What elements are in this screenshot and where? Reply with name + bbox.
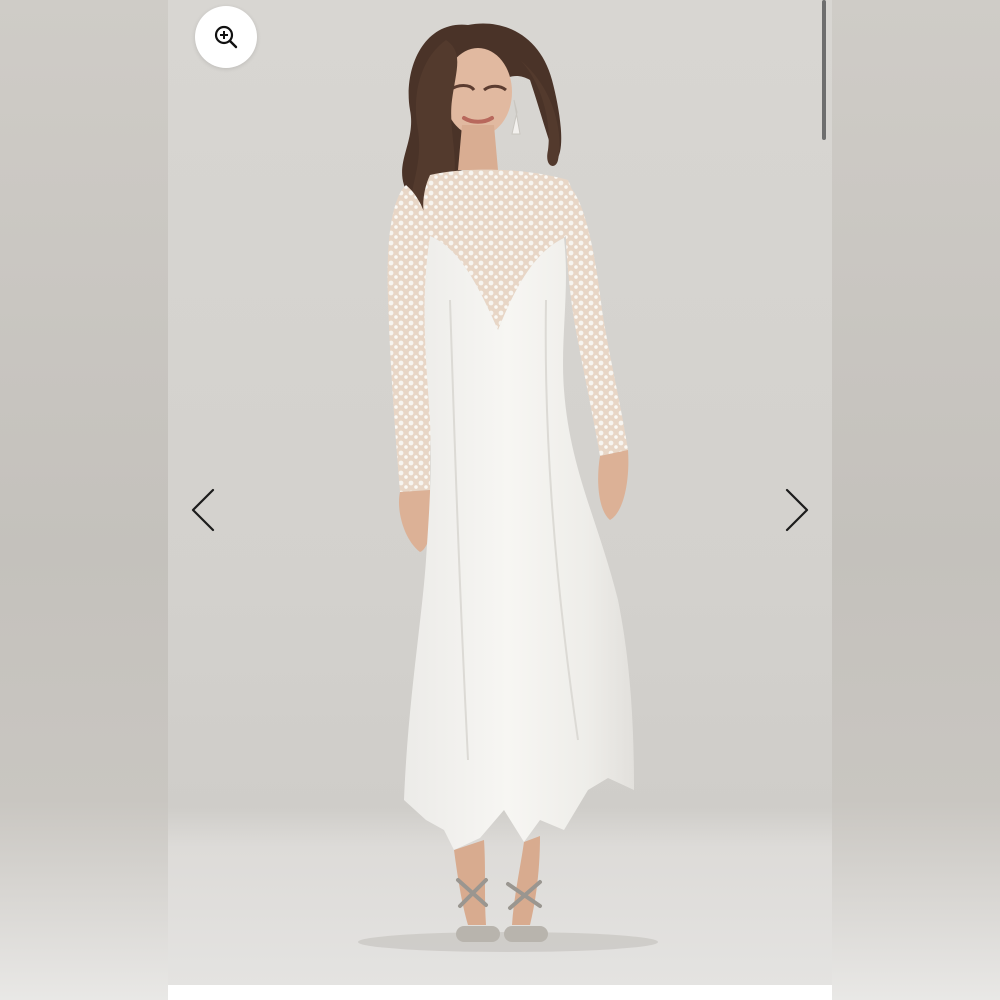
zoom-button[interactable]: zoom-in-icon: [195, 6, 257, 68]
neck: [458, 125, 498, 170]
previous-image-button[interactable]: chevron-left-icon: [189, 486, 217, 534]
gallery-bottom-strip: [168, 985, 832, 1000]
right-blurred-backdrop: [832, 0, 1000, 1000]
right-leg: [512, 836, 540, 925]
next-image-button[interactable]: chevron-right-icon: [783, 486, 811, 534]
right-hand: [598, 450, 629, 520]
product-image-gallery[interactable]: [168, 0, 832, 985]
left-sandal-sole: [456, 926, 500, 942]
right-sandal-sole: [504, 926, 548, 942]
gallery-scroll-indicator[interactable]: [822, 0, 826, 140]
left-hand: [398, 490, 432, 552]
product-photo: [358, 23, 658, 952]
earring: [511, 99, 521, 135]
zoom-in-icon: [214, 25, 238, 49]
left-blurred-backdrop: [0, 0, 168, 1000]
right-sleeve: [565, 185, 628, 456]
chevron-left-icon: [191, 488, 215, 532]
chevron-right-icon: [785, 488, 809, 532]
